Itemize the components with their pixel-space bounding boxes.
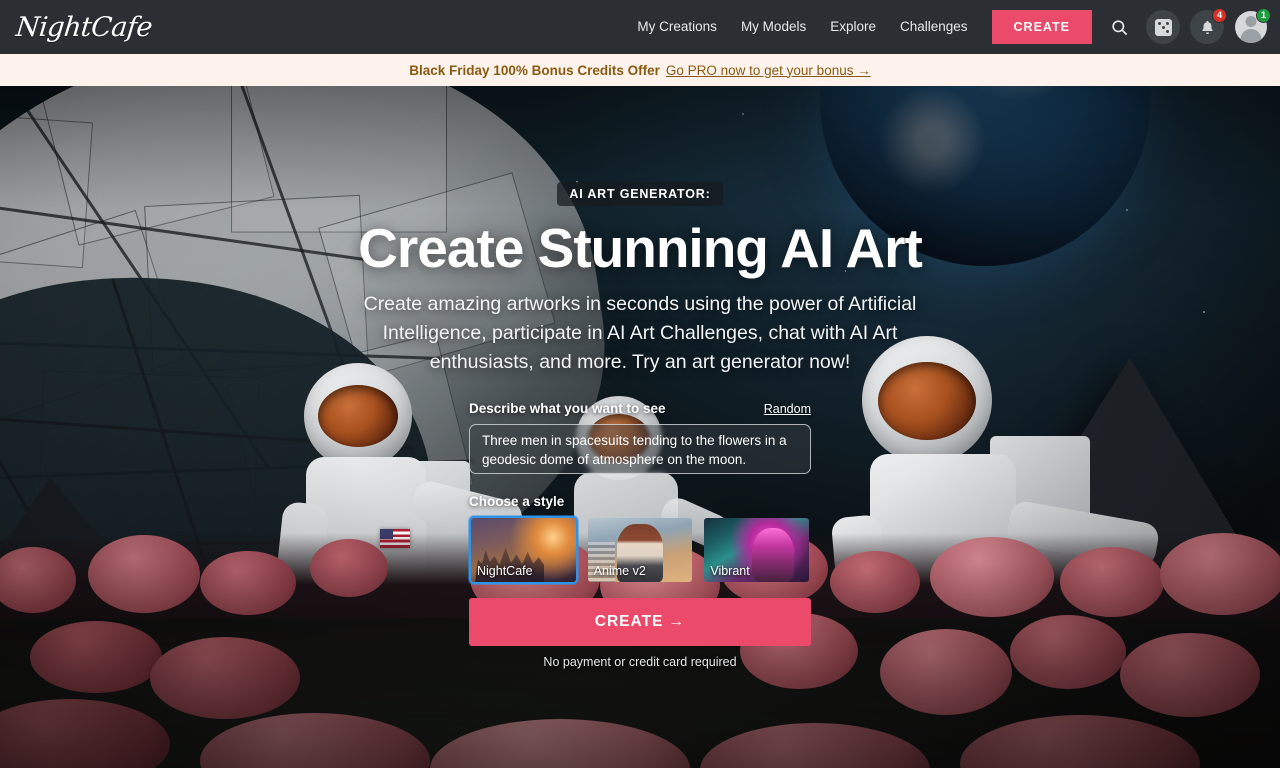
prompt-label: Describe what you want to see: [469, 401, 666, 416]
hero-subheading: Create amazing artworks in seconds using…: [363, 293, 917, 373]
page-title: Create Stunning AI Art: [358, 217, 923, 279]
top-navigation-bar: NightCafe My Creations My Models Explore…: [0, 0, 1280, 54]
account-button[interactable]: 1: [1234, 8, 1271, 44]
style-label: Choose a style: [469, 494, 565, 509]
nightcafe-logo[interactable]: NightCafe: [14, 12, 153, 43]
dice-icon: [1154, 18, 1172, 36]
random-prompt-link[interactable]: Random: [764, 402, 811, 416]
style-card-nightcafe[interactable]: NightCafe: [469, 516, 578, 584]
prompt-label-row: Describe what you want to see Random: [469, 401, 811, 416]
style-picker: NightCafe Anime v2 Vibrant: [469, 516, 811, 584]
dice-button[interactable]: [1146, 10, 1180, 44]
style-card-vibrant[interactable]: Vibrant: [702, 516, 811, 584]
style-name-anime-v2: Anime v2: [593, 564, 646, 578]
style-name-nightcafe: NightCafe: [477, 564, 533, 578]
style-card-anime-v2[interactable]: Anime v2: [586, 516, 695, 584]
hero-content: AI ART GENERATOR: Create Stunning AI Art…: [0, 86, 1280, 768]
bell-icon: [1201, 20, 1213, 34]
notifications-button[interactable]: 4: [1190, 8, 1227, 44]
nav-link-explore[interactable]: Explore: [818, 0, 888, 54]
nav-link-my-models[interactable]: My Models: [729, 0, 818, 54]
promo-link[interactable]: Go PRO now to get your bonus →: [666, 63, 871, 78]
nav-right-group: My Creations My Models Explore Challenge…: [625, 0, 1280, 54]
nav-create-button[interactable]: CREATE: [991, 10, 1092, 44]
search-icon: [1111, 19, 1127, 35]
create-submit-button[interactable]: CREATE →: [469, 598, 811, 646]
avatar-badge: 1: [1256, 8, 1271, 23]
hero-section: AI ART GENERATOR: Create Stunning AI Art…: [0, 86, 1280, 768]
search-button[interactable]: [1102, 10, 1136, 44]
notification-badge: 4: [1212, 8, 1227, 23]
nav-link-challenges[interactable]: Challenges: [888, 0, 980, 54]
promo-headline: Black Friday 100% Bonus Credits Offer: [409, 62, 660, 78]
nav-link-my-creations[interactable]: My Creations: [625, 0, 729, 54]
hero-kicker-badge: AI ART GENERATOR:: [557, 182, 723, 206]
create-form: Describe what you want to see Random Cho…: [469, 401, 811, 669]
promo-banner: Black Friday 100% Bonus Credits Offer Go…: [0, 54, 1280, 86]
no-payment-note: No payment or credit card required: [543, 655, 737, 669]
prompt-input[interactable]: [469, 424, 811, 474]
style-name-vibrant: Vibrant: [710, 564, 750, 578]
